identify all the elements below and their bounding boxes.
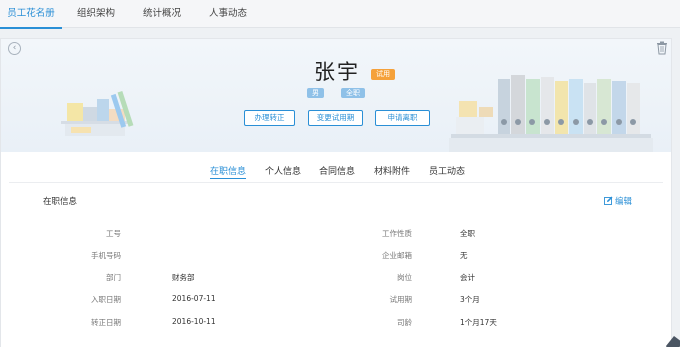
field-label-position: 岗位 — [397, 273, 412, 282]
field-label-company-email: 企业邮箱 — [382, 251, 412, 260]
employee-name: 张宇 — [314, 60, 360, 84]
field-label-tenure: 司龄 — [397, 318, 412, 327]
tab-statistics[interactable]: 统计概况 — [136, 0, 188, 28]
tab-divider — [9, 182, 663, 183]
apply-resignation-button[interactable]: 申请离职 — [375, 110, 430, 126]
gender-tag: 男 — [307, 88, 324, 98]
field-value-company-email: 无 — [460, 251, 468, 260]
field-value-tenure: 1个月17天 — [460, 318, 497, 327]
top-nav: 员工花名册 组织架构 统计概况 人事动态 — [0, 0, 680, 29]
profile-header: ‹ 张宇 试用 男 全职 办理转正 变更试用期 申请离职 — [1, 39, 671, 152]
field-value-position: 会计 — [460, 273, 475, 282]
tab-employee-roster[interactable]: 员工花名册 — [0, 0, 62, 29]
edit-button[interactable]: 编辑 — [604, 195, 632, 207]
confirm-regular-button[interactable]: 办理转正 — [244, 110, 295, 126]
edit-label: 编辑 — [615, 197, 633, 207]
field-value-employment-type: 全职 — [460, 229, 475, 238]
corner-decoration — [666, 336, 680, 347]
employee-detail-card: ‹ 张宇 试用 男 全职 办理转正 变更试用期 申请离职 在职信息 个人信息 合… — [0, 38, 672, 347]
field-value-department: 财务部 — [172, 273, 195, 282]
employment-type-tag: 全职 — [341, 88, 365, 98]
tab-hr-news[interactable]: 人事动态 — [202, 0, 254, 28]
back-icon[interactable]: ‹ — [8, 42, 21, 55]
trash-icon[interactable] — [656, 41, 668, 55]
field-label-phone: 手机号码 — [91, 251, 121, 260]
field-value-probation: 3个月 — [460, 295, 480, 304]
pencil-square-icon — [604, 196, 613, 205]
field-label-employment-type: 工作性质 — [382, 229, 412, 238]
change-probation-button[interactable]: 变更试用期 — [308, 110, 363, 126]
field-value-regular-date: 2016-10-11 — [172, 317, 216, 326]
tab-contract-info[interactable]: 合同信息 — [319, 164, 355, 177]
tab-employee-news[interactable]: 员工动态 — [429, 164, 465, 177]
field-label-probation: 试用期 — [389, 295, 413, 304]
field-label-employee-id: 工号 — [106, 229, 121, 238]
tab-personal-info[interactable]: 个人信息 — [265, 164, 301, 177]
field-label-hire-date: 入职日期 — [91, 295, 121, 304]
section-title: 在职信息 — [43, 197, 78, 207]
status-badge: 试用 — [371, 69, 395, 80]
tab-org-structure[interactable]: 组织架构 — [70, 0, 122, 28]
tab-employment-info[interactable]: 在职信息 — [210, 164, 247, 179]
tab-attachments[interactable]: 材料附件 — [374, 164, 410, 177]
field-value-hire-date: 2016-07-11 — [172, 294, 216, 303]
field-label-department: 部门 — [106, 273, 121, 282]
field-label-regular-date: 转正日期 — [91, 318, 121, 327]
